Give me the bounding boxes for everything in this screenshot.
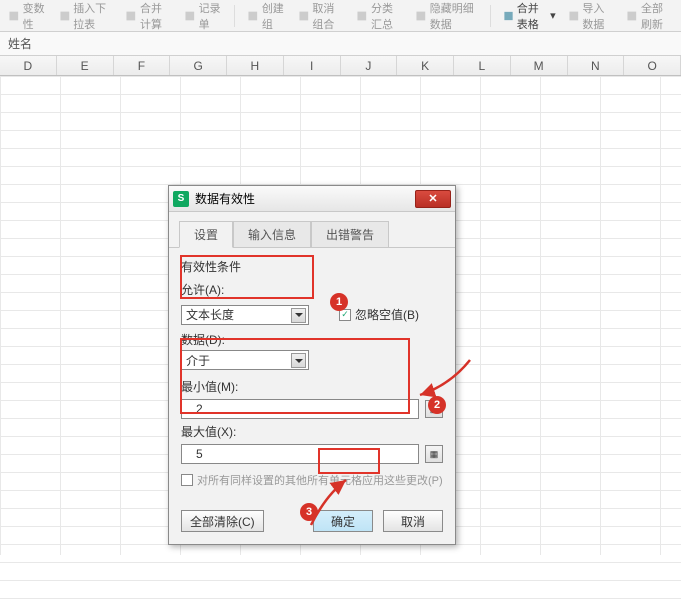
allow-label: 允许(A): (181, 281, 443, 298)
allow-select[interactable]: 文本长度 (181, 305, 309, 325)
tool-record[interactable]: 记录单 (184, 0, 223, 32)
app-icon: S (173, 191, 189, 207)
annotation-badge-3: 3 (300, 503, 318, 521)
dialog-titlebar[interactable]: S 数据有效性 ✕ (169, 186, 455, 212)
tool-refresh[interactable]: 全部刷新 (626, 0, 673, 32)
apply-all-checkbox[interactable]: 对所有同样设置的其他所有单元格应用这些更改(P) (181, 472, 443, 488)
tool-import[interactable]: 导入数据 (568, 0, 615, 32)
tool-subtotal[interactable]: 分类汇总 (356, 0, 403, 32)
data-select[interactable]: 介于 (181, 350, 309, 370)
cell-content: 姓名 (8, 35, 32, 52)
min-label: 最小值(M): (181, 378, 443, 395)
col-header[interactable]: O (624, 56, 681, 75)
close-button[interactable]: ✕ (415, 190, 451, 208)
col-header[interactable]: F (114, 56, 171, 75)
tool-ungroup[interactable]: 取消组合 (298, 0, 345, 32)
col-header[interactable]: I (284, 56, 341, 75)
tool-hidedetail[interactable]: 隐藏明细数据 (415, 0, 478, 32)
col-header[interactable]: D (0, 56, 57, 75)
col-header[interactable]: G (170, 56, 227, 75)
col-header[interactable]: H (227, 56, 284, 75)
range-picker-button[interactable]: ▦ (425, 445, 443, 463)
tool-validity[interactable]: 变数性 (8, 0, 47, 32)
col-header[interactable]: L (454, 56, 511, 75)
tool-merge-tables[interactable]: 合并表格 ▾ (503, 0, 556, 32)
max-label: 最大值(X): (181, 423, 443, 440)
data-validation-dialog: S 数据有效性 ✕ 设置 输入信息 出错警告 有效性条件 允许(A): 文本长度… (168, 185, 456, 545)
group-label: 有效性条件 (181, 258, 443, 275)
chevron-down-icon (291, 353, 306, 368)
tab-error-alert[interactable]: 出错警告 (311, 221, 389, 248)
ok-button[interactable]: 确定 (313, 510, 373, 532)
clear-all-button[interactable]: 全部清除(C) (181, 510, 264, 532)
dialog-title: 数据有效性 (195, 190, 255, 207)
tool-group[interactable]: 创建组 (247, 0, 286, 32)
annotation-badge-1: 1 (330, 293, 348, 311)
ribbon-toolbar: 变数性 插入下拉表 合并计算 记录单 创建组 取消组合 分类汇总 隐藏明细数据 … (0, 0, 681, 32)
dialog-tabs: 设置 输入信息 出错警告 (169, 212, 455, 248)
col-header[interactable]: N (568, 56, 625, 75)
tool-dropdown[interactable]: 插入下拉表 (59, 0, 114, 32)
min-input[interactable]: 2 (181, 399, 419, 419)
max-input[interactable]: 5 (181, 444, 419, 464)
tab-settings[interactable]: 设置 (179, 221, 233, 248)
ignore-blank-checkbox[interactable]: ✓ 忽略空值(B) (339, 306, 419, 323)
chevron-down-icon (291, 308, 306, 323)
cancel-button[interactable]: 取消 (383, 510, 443, 532)
checkbox-icon (181, 474, 193, 486)
data-label: 数据(D): (181, 331, 443, 348)
col-header[interactable]: J (341, 56, 398, 75)
tab-input-message[interactable]: 输入信息 (233, 221, 311, 248)
col-header[interactable]: K (397, 56, 454, 75)
tool-consolidate[interactable]: 合并计算 (125, 0, 172, 32)
col-header[interactable]: M (511, 56, 568, 75)
column-headers: D E F G H I J K L M N O (0, 56, 681, 76)
formula-bar[interactable]: 姓名 (0, 32, 681, 56)
annotation-badge-2: 2 (428, 396, 446, 414)
col-header[interactable]: E (57, 56, 114, 75)
